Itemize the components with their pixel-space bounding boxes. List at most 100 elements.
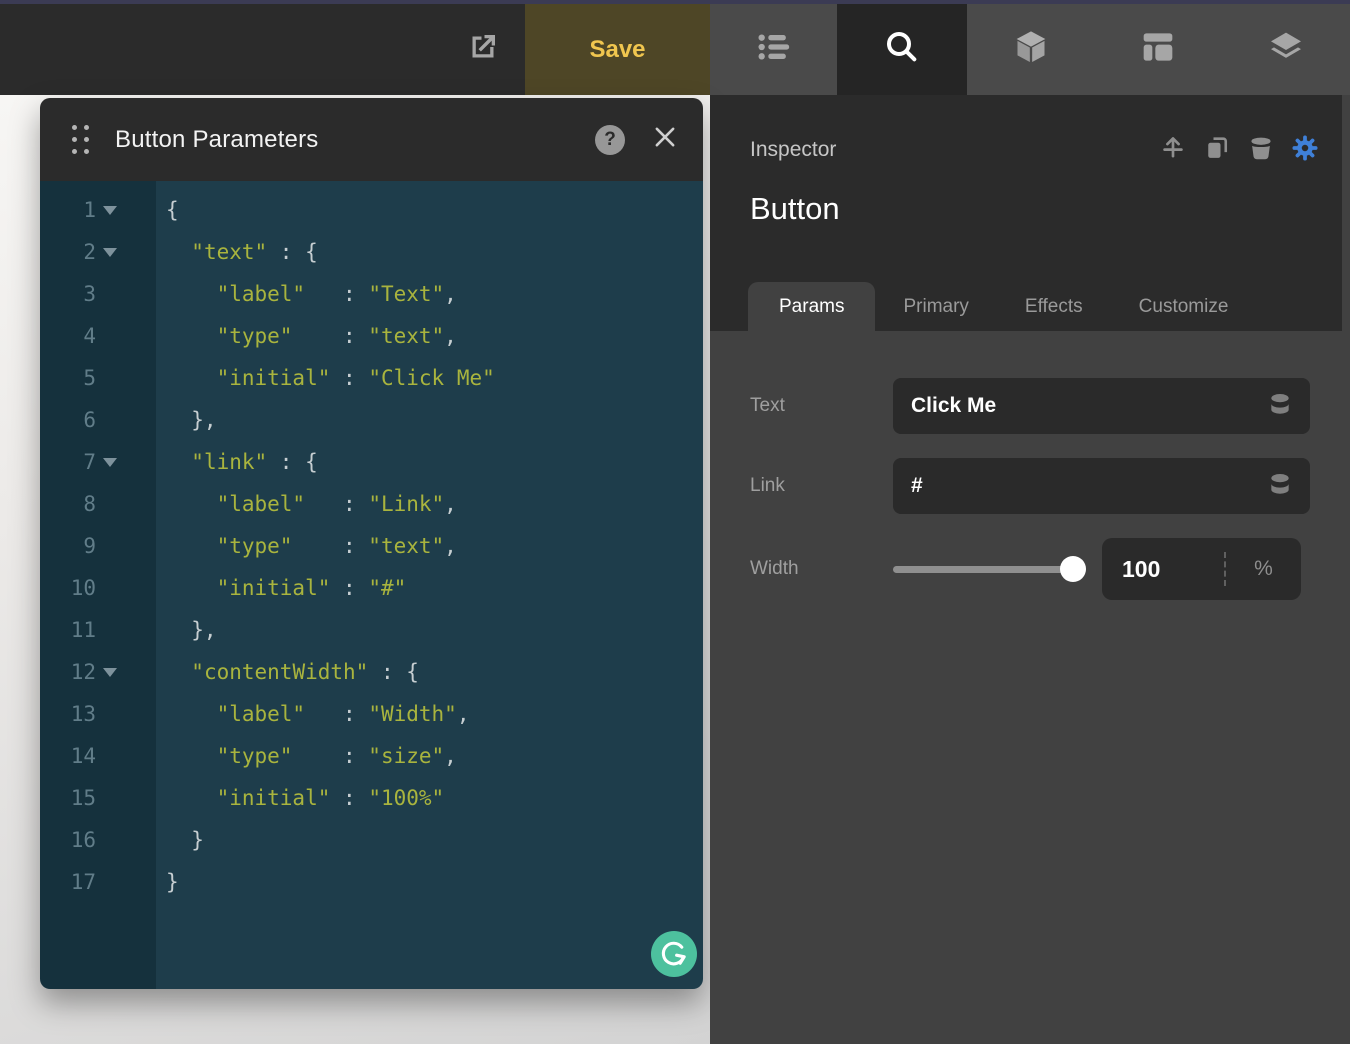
- tab-primary[interactable]: Primary: [875, 282, 996, 331]
- gutter-line[interactable]: 10: [40, 567, 156, 609]
- inspector-panel: Inspector: [710, 95, 1350, 1044]
- gutter-line[interactable]: 6: [40, 399, 156, 441]
- code-line[interactable]: }: [166, 819, 703, 861]
- data-binding-button[interactable]: [1266, 472, 1294, 500]
- database-icon: [1267, 471, 1293, 502]
- gutter-line[interactable]: 16: [40, 819, 156, 861]
- json-code-editor[interactable]: 1234567891011121314151617 { "text" : { "…: [40, 181, 703, 989]
- gutter-line[interactable]: 15: [40, 777, 156, 819]
- cube-icon: [1011, 27, 1051, 72]
- width-field-label: Width: [750, 558, 893, 580]
- search-icon: [882, 27, 922, 72]
- nav-tab-layers[interactable]: [1241, 4, 1331, 95]
- layout-icon: [1138, 27, 1178, 72]
- nav-tab-components[interactable]: [986, 4, 1076, 95]
- gutter-line[interactable]: 9: [40, 525, 156, 567]
- link-field-row: Link #: [750, 458, 1310, 514]
- code-line[interactable]: },: [166, 399, 703, 441]
- width-value-input[interactable]: 100: [1102, 556, 1224, 583]
- gutter-line[interactable]: 5: [40, 357, 156, 399]
- drag-handle-icon[interactable]: [72, 125, 89, 154]
- dialog-header: Button Parameters ?: [40, 98, 703, 181]
- code-line[interactable]: "initial" : "Click Me": [166, 357, 703, 399]
- fold-arrow-icon[interactable]: [103, 206, 117, 215]
- component-title: Button: [750, 191, 840, 227]
- code-line[interactable]: },: [166, 609, 703, 651]
- gutter-line[interactable]: 1: [40, 189, 156, 231]
- gutter-line[interactable]: 14: [40, 735, 156, 777]
- inspector-tabs: Params Primary Effects Customize: [748, 282, 1256, 331]
- fold-arrow-icon[interactable]: [103, 248, 117, 257]
- code-line[interactable]: "initial" : "#": [166, 567, 703, 609]
- gutter-line[interactable]: 2: [40, 231, 156, 273]
- code-line[interactable]: "type" : "size",: [166, 735, 703, 777]
- export-button[interactable]: [440, 4, 525, 95]
- code-line[interactable]: "text" : {: [166, 231, 703, 273]
- text-input-value: Click Me: [911, 394, 1266, 418]
- lift-button[interactable]: [1158, 135, 1188, 165]
- gutter-line[interactable]: 8: [40, 483, 156, 525]
- panel-right-edge: [1342, 95, 1350, 331]
- slider-thumb[interactable]: [1060, 556, 1086, 582]
- gutter-line[interactable]: 17: [40, 861, 156, 903]
- nav-tab-outline[interactable]: [710, 4, 837, 95]
- gutter-line[interactable]: 3: [40, 273, 156, 315]
- text-field-label: Text: [750, 395, 893, 417]
- database-icon: [1267, 391, 1293, 422]
- duplicate-button[interactable]: [1202, 135, 1232, 165]
- link-input[interactable]: #: [893, 458, 1310, 514]
- tab-customize[interactable]: Customize: [1111, 282, 1257, 331]
- gutter-line[interactable]: 13: [40, 693, 156, 735]
- link-input-value: #: [911, 474, 1266, 498]
- gear-icon: [1290, 133, 1320, 168]
- help-button[interactable]: ?: [595, 125, 625, 155]
- top-toolbar: Save: [0, 0, 1350, 95]
- save-button[interactable]: Save: [525, 4, 710, 95]
- copy-icon: [1203, 134, 1231, 167]
- nav-tab-layout[interactable]: [1113, 4, 1203, 95]
- grammarly-icon: [651, 964, 697, 981]
- button-parameters-dialog: Button Parameters ? 12345678910111213141…: [40, 98, 703, 989]
- inspector-header: Inspector: [710, 95, 1350, 331]
- width-field-row: Width 100 %: [750, 538, 1310, 600]
- code-line[interactable]: "label" : "Text",: [166, 273, 703, 315]
- slider-track[interactable]: [893, 566, 1086, 573]
- panel-title: Inspector: [750, 138, 836, 162]
- close-button[interactable]: [651, 123, 679, 156]
- width-slider: [893, 556, 1086, 582]
- gutter-line[interactable]: 12: [40, 651, 156, 693]
- link-field-label: Link: [750, 475, 893, 497]
- nav-tab-find[interactable]: [837, 4, 967, 95]
- arrow-up-from-line-icon: [1159, 134, 1187, 167]
- code-line[interactable]: }: [166, 861, 703, 903]
- code-line[interactable]: "type" : "text",: [166, 315, 703, 357]
- dialog-title: Button Parameters: [115, 126, 319, 154]
- code-line[interactable]: {: [166, 189, 703, 231]
- data-binding-button[interactable]: [1266, 392, 1294, 420]
- fold-arrow-icon[interactable]: [103, 668, 117, 677]
- layers-icon: [1266, 27, 1306, 72]
- fold-arrow-icon[interactable]: [103, 458, 117, 467]
- list-icon: [754, 27, 794, 72]
- code-line[interactable]: "label" : "Link",: [166, 483, 703, 525]
- text-input[interactable]: Click Me: [893, 378, 1310, 434]
- code-lines[interactable]: { "text" : { "label" : "Text", "type" : …: [156, 181, 703, 989]
- open-in-new-icon: [465, 29, 501, 70]
- code-line[interactable]: "label" : "Width",: [166, 693, 703, 735]
- code-line[interactable]: "initial" : "100%": [166, 777, 703, 819]
- tab-params[interactable]: Params: [748, 282, 875, 331]
- params-form: Text Click Me Link: [710, 331, 1350, 600]
- delete-button[interactable]: [1246, 135, 1276, 165]
- code-line[interactable]: "link" : {: [166, 441, 703, 483]
- code-line[interactable]: "type" : "text",: [166, 525, 703, 567]
- grammarly-button[interactable]: [651, 931, 697, 977]
- question-mark-icon: ?: [604, 129, 616, 151]
- save-button-label: Save: [589, 36, 645, 64]
- gutter-line[interactable]: 4: [40, 315, 156, 357]
- gutter-line[interactable]: 7: [40, 441, 156, 483]
- gutter-line[interactable]: 11: [40, 609, 156, 651]
- code-line[interactable]: "contentWidth" : {: [166, 651, 703, 693]
- settings-button[interactable]: [1290, 135, 1320, 165]
- tab-effects[interactable]: Effects: [997, 282, 1111, 331]
- width-unit-label: %: [1226, 557, 1301, 581]
